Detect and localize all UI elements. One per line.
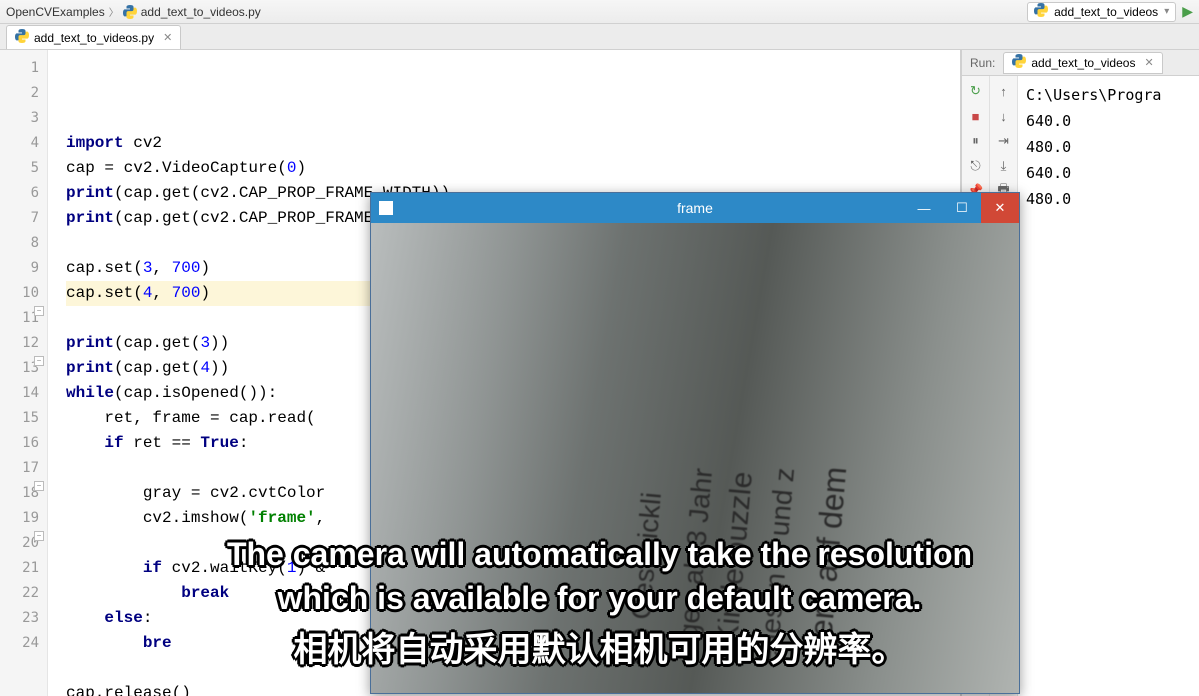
run-config-area: add_text_to_videos ▾ ▶ — [1027, 2, 1193, 22]
python-file-icon — [15, 29, 29, 46]
app-icon — [379, 201, 393, 215]
stop-icon[interactable]: ■ — [965, 105, 987, 127]
frame-content: dern auf demerlesen ◆ und zKinderpuzzlee… — [371, 223, 1019, 693]
fold-icon[interactable]: − — [34, 356, 44, 366]
chevron-down-icon: ▾ — [1164, 6, 1169, 17]
fold-icon[interactable]: − — [34, 306, 44, 316]
console-line: 480.0 — [1026, 134, 1191, 160]
up-arrow-icon[interactable]: ↑ — [993, 80, 1015, 102]
close-button[interactable]: ✕ — [981, 193, 1019, 223]
run-label: Run: — [962, 56, 1003, 70]
breadcrumb-project[interactable]: OpenCVExamples — [6, 5, 105, 19]
line-number: 16 — [0, 431, 39, 456]
fold-icon[interactable]: − — [34, 531, 44, 541]
line-number: 8 — [0, 231, 39, 256]
line-number: 9 — [0, 256, 39, 281]
editor-tab-label: add_text_to_videos.py — [34, 31, 154, 45]
console-line: C:\Users\Progra — [1026, 82, 1191, 108]
breadcrumb-file[interactable]: add_text_to_videos.py — [141, 5, 261, 19]
line-number: 7 — [0, 206, 39, 231]
fold-icon[interactable]: − — [34, 481, 44, 491]
line-number: 12 — [0, 331, 39, 356]
run-config-name: add_text_to_videos — [1054, 5, 1158, 19]
captured-text: dern auf dem — [801, 465, 854, 656]
captured-text: die Geschickli — [621, 491, 668, 666]
console-line: 640.0 — [1026, 108, 1191, 134]
exit-icon[interactable]: ⎋ — [965, 155, 987, 177]
line-number: 19 — [0, 506, 39, 531]
console-line: 640.0 — [1026, 160, 1191, 186]
line-number: 21 — [0, 556, 39, 581]
line-number: 10 — [0, 281, 39, 306]
run-config-selector[interactable]: add_text_to_videos ▾ — [1027, 2, 1176, 22]
editor-tabs: add_text_to_videos.py ✕ — [0, 24, 1199, 50]
run-tab[interactable]: add_text_to_videos ✕ — [1003, 52, 1162, 74]
python-run-icon — [1034, 3, 1048, 20]
minimize-button[interactable]: — — [905, 193, 943, 223]
console-output[interactable]: C:\Users\Progra640.0480.0640.0480.0 — [1018, 76, 1199, 696]
breadcrumb: OpenCVExamples 〉 add_text_to_videos.py — [6, 4, 261, 19]
captured-text: erlesen ◆ und z — [751, 466, 801, 666]
code-line[interactable]: cap = cv2.VideoCapture(0) — [66, 156, 960, 181]
run-panel-header: Run: add_text_to_videos ✕ — [962, 50, 1199, 76]
code-line[interactable]: import cv2 — [66, 131, 960, 156]
line-number: 15 — [0, 406, 39, 431]
frame-titlebar[interactable]: frame — ☐ ✕ — [371, 193, 1019, 223]
cv2-frame-window[interactable]: frame — ☐ ✕ dern auf demerlesen ◆ und zK… — [370, 192, 1020, 694]
maximize-button[interactable]: ☐ — [943, 193, 981, 223]
pause-icon[interactable]: ⏸ — [965, 130, 987, 152]
top-bar: OpenCVExamples 〉 add_text_to_videos.py a… — [0, 0, 1199, 24]
rerun-icon[interactable]: ↻ — [965, 80, 987, 102]
chevron-right-icon: 〉 — [109, 4, 119, 19]
python-run-icon — [1012, 54, 1026, 71]
soft-wrap-icon[interactable]: ⇥ — [993, 130, 1015, 152]
close-icon[interactable]: ✕ — [1144, 56, 1153, 69]
captured-text: Kinderpuzzle — [711, 470, 760, 646]
line-number: 24 — [0, 631, 39, 656]
close-tab-icon[interactable]: ✕ — [163, 31, 172, 44]
console-line: 480.0 — [1026, 186, 1191, 212]
run-tab-label: add_text_to_videos — [1031, 56, 1135, 70]
line-number: 17 — [0, 456, 39, 481]
python-file-icon — [123, 5, 137, 19]
line-number: 23 — [0, 606, 39, 631]
line-number: 14 — [0, 381, 39, 406]
down-arrow-icon[interactable]: ↓ — [993, 105, 1015, 127]
line-number: 22 — [0, 581, 39, 606]
editor-tab[interactable]: add_text_to_videos.py ✕ — [6, 25, 181, 49]
scroll-end-icon[interactable]: ⤓ — [993, 155, 1015, 177]
run-play-icon[interactable]: ▶ — [1182, 3, 1193, 20]
